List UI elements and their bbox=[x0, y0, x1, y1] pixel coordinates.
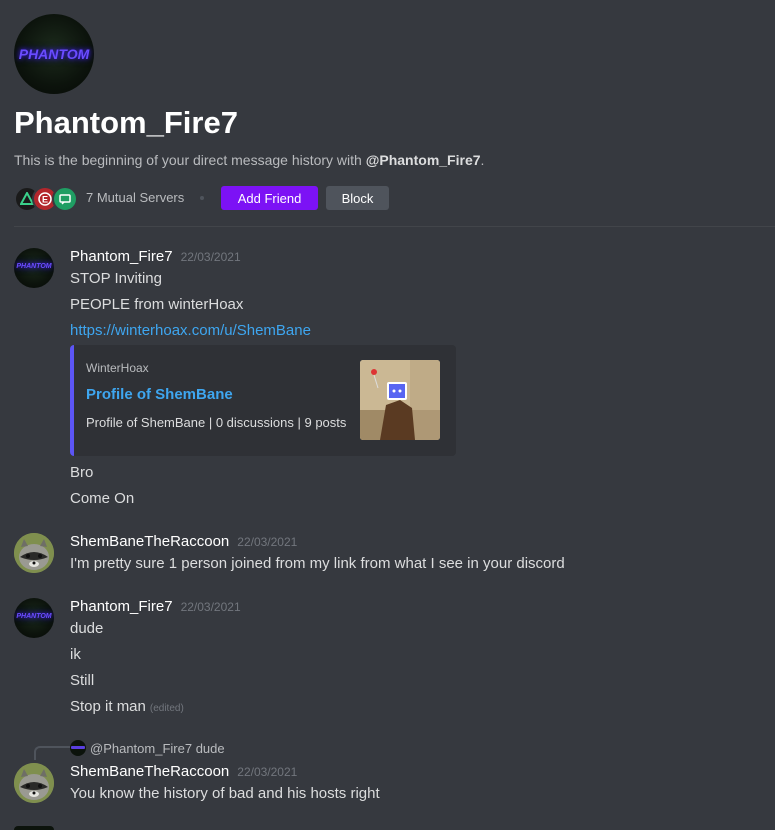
embed-provider: WinterHoax bbox=[86, 361, 149, 375]
message-header: ShemBaneTheRaccoon 22/03/2021 bbox=[70, 763, 297, 781]
add-friend-button[interactable]: Add Friend bbox=[221, 186, 318, 210]
username[interactable]: ShemBaneTheRaccoon bbox=[70, 763, 229, 780]
timestamp: 22/03/2021 bbox=[180, 250, 241, 264]
username[interactable]: ShemBaneTheRaccoon bbox=[70, 533, 229, 550]
message-text: ik bbox=[70, 646, 81, 663]
chat-server-icon[interactable] bbox=[52, 186, 78, 212]
username[interactable]: Phantom_Fire7 bbox=[70, 248, 173, 265]
reply-connector bbox=[34, 746, 70, 760]
avatar-logo-text: PHANTOM bbox=[18, 46, 90, 62]
message-text: PEOPLE from winterHoax bbox=[70, 296, 244, 313]
dm-intro-text: This is the beginning of your direct mes… bbox=[14, 152, 485, 168]
embed-title[interactable]: Profile of ShemBane bbox=[86, 386, 233, 403]
message-text: Come On bbox=[70, 490, 135, 507]
username[interactable]: Phantom_Fire7 bbox=[70, 598, 173, 615]
reply-text: @Phantom_Fire7 dude bbox=[90, 740, 225, 756]
message-link[interactable]: https://winterhoax.com/u/ShemBane bbox=[70, 321, 311, 341]
mutual-servers-link[interactable]: 7 Mutual Servers bbox=[86, 190, 184, 205]
avatar[interactable]: PHANTOM bbox=[14, 248, 54, 288]
timestamp: 22/03/2021 bbox=[237, 535, 298, 549]
message-text: Bro bbox=[70, 464, 94, 481]
profile-avatar[interactable]: PHANTOM bbox=[14, 14, 94, 94]
timestamp: 22/03/2021 bbox=[237, 765, 298, 779]
message-header: Phantom_Fire7 22/03/2021 bbox=[70, 248, 241, 266]
avatar[interactable]: PHANTOM bbox=[14, 598, 54, 638]
message-text: Still bbox=[70, 672, 95, 689]
separator-dot bbox=[200, 196, 204, 200]
reply-avatar bbox=[70, 740, 86, 756]
user-mention[interactable]: @Phantom_Fire7 bbox=[366, 152, 481, 168]
avatar[interactable] bbox=[14, 826, 54, 830]
reply-preview[interactable]: @Phantom_Fire7 dude bbox=[70, 740, 225, 756]
message-header: ShemBaneTheRaccoon 22/03/2021 bbox=[70, 533, 297, 551]
message-header: Phantom_Fire7 22/03/2021 bbox=[70, 598, 241, 616]
page-title: Phantom_Fire7 bbox=[14, 105, 238, 140]
edited-label: (edited) bbox=[149, 703, 184, 714]
message-text: You know the history of bad and his host… bbox=[70, 785, 380, 802]
divider bbox=[14, 226, 775, 227]
link-embed: WinterHoax Profile of ShemBane Profile o… bbox=[70, 345, 456, 456]
embed-thumbnail[interactable] bbox=[360, 360, 440, 440]
avatar[interactable] bbox=[14, 763, 54, 803]
avatar[interactable] bbox=[14, 533, 54, 573]
block-button[interactable]: Block bbox=[326, 186, 389, 210]
message-text: dude bbox=[70, 620, 104, 637]
timestamp: 22/03/2021 bbox=[180, 600, 241, 614]
embed-description: Profile of ShemBane | 0 discussions | 9 … bbox=[86, 415, 347, 430]
message-text: I'm pretty sure 1 person joined from my … bbox=[70, 555, 565, 572]
svg-text:E: E bbox=[42, 195, 48, 205]
message-text: Stop it man (edited) bbox=[70, 698, 184, 715]
message-text: STOP Inviting bbox=[70, 270, 162, 287]
